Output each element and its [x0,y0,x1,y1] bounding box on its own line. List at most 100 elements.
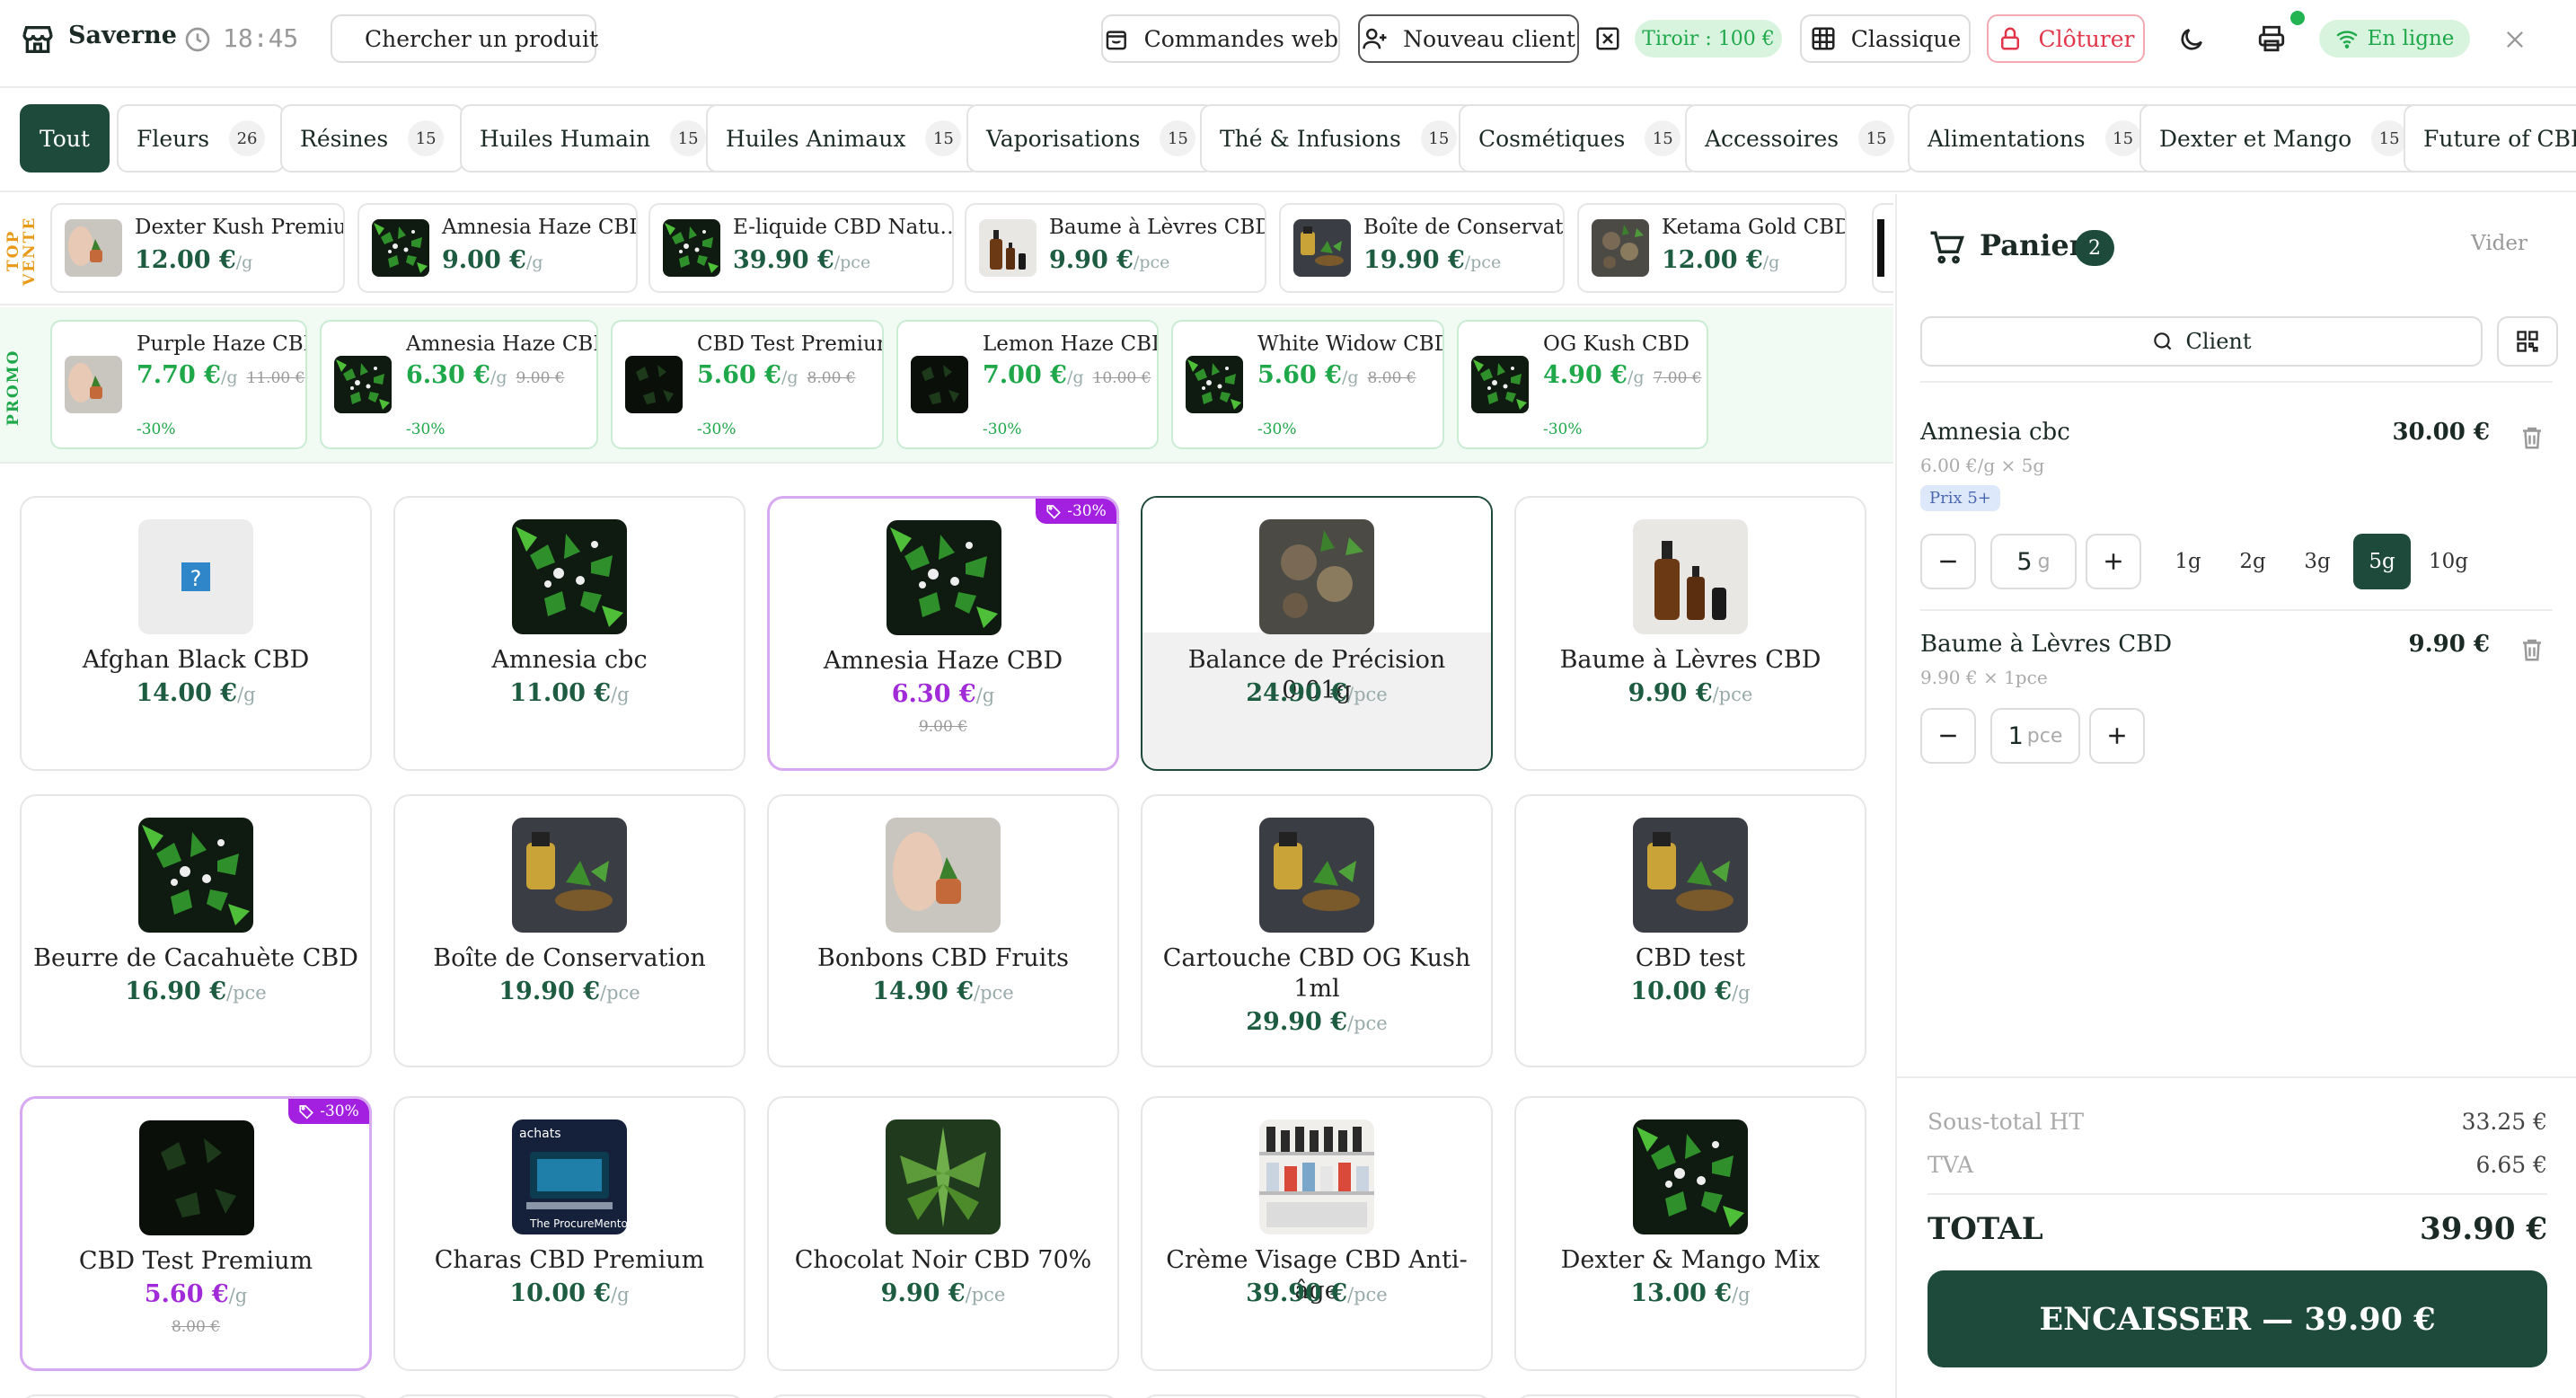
product-card[interactable]: Dexter & Mango Mix 13.00 €/g [1514,1096,1866,1371]
tab-category[interactable]: Dexter et Mango 15 [2139,104,2428,173]
clear-cart-button[interactable]: Vider [2471,232,2527,255]
layout-mode-button[interactable]: Classique [1800,14,1971,63]
discount-label: -30% [1543,420,1583,438]
price-value: 19.90 € [1363,246,1465,274]
promo-card[interactable]: OG Kush CBD 4.90 €/g 7.00 € -30% [1457,320,1708,449]
promo-card[interactable]: Lemon Haze CBD 7.00 €/g 10.00 € -30% [896,320,1159,449]
qty-preset-button[interactable]: 2g [2224,534,2281,589]
tab-category[interactable]: Huiles Humain 15 [460,104,727,173]
tab-category[interactable]: Accessoires 15 [1685,104,1915,173]
product-card[interactable]: Beurre de Cacahuète CBD 16.90 €/pce [20,794,372,1067]
increase-qty-button[interactable] [2089,708,2145,764]
bag-icon [1106,31,1126,50]
tab-label: Fleurs [137,125,210,152]
product-card[interactable]: Cartouche CBD OG Kush 1ml 29.90 €/pce [1141,794,1493,1067]
price-value: 10.00 € [1630,978,1733,1005]
tab-category[interactable]: Résines 15 [280,104,464,173]
promo-card[interactable]: Amnesia Haze CBD 6.30 €/g 9.00 € -30% [320,320,598,449]
search-placeholder: Chercher un produit [365,25,599,52]
product-card[interactable] [767,1394,1119,1398]
top-sale-card[interactable]: Ketama Gold CBD 12.00 €/g [1577,203,1847,293]
discount-label: -30% [137,420,176,438]
old-price: 9.00 € [516,369,565,387]
product-card[interactable] [393,1394,745,1398]
dark-mode-icon[interactable] [2177,25,2206,54]
qty-preset-button[interactable]: 1g [2159,534,2217,589]
tab-category[interactable]: Future of CBD [2404,104,2576,173]
product-card[interactable] [1514,1394,1866,1398]
tva-value: 6.65 € [2475,1152,2547,1178]
tab-category[interactable]: Huiles Animaux 15 [706,104,982,173]
product-card[interactable]: ? Afghan Black CBD 14.00 €/g [20,496,372,771]
qty-preset-button[interactable]: 3g [2289,534,2346,589]
product-card[interactable]: CBD test 10.00 €/g [1514,794,1866,1067]
price-unit: /g [611,684,630,705]
discount-label: -30% [697,420,737,438]
product-thumbnail [1293,219,1351,277]
product-card[interactable] [1141,1394,1493,1398]
top-sale-card[interactable]: Amnesia Haze CBD 9.00 €/g [357,203,638,293]
qty-input[interactable]: 5g [1990,534,2077,589]
price-value: 9.90 € [1628,679,1713,707]
top-sale-card[interactable] [1872,203,1893,293]
product-card[interactable] [20,1394,372,1398]
promo-name: OG Kush CBD [1543,332,1689,356]
promo-strip: PROMO Purple Haze CBD 7.70 €/g 11.00 € -30%… [0,307,1893,464]
product-card[interactable]: Crème Visage CBD Anti-âge 39.90 €/pce [1141,1096,1493,1371]
product-card[interactable]: -30% Amnesia Haze CBD 6.30 €/g 9.00 € [767,496,1119,771]
price-value: 5.60 € [1257,361,1342,389]
trash-icon[interactable] [2519,634,2545,665]
promo-name: Amnesia Haze CBD [406,332,598,356]
product-price: 9.90 €/pce [769,1279,1117,1307]
product-card[interactable]: Baume à Lèvres CBD 9.90 €/pce [1514,496,1866,771]
close-icon[interactable] [2502,27,2527,52]
product-image [512,519,627,634]
top-sale-card[interactable]: Dexter Kush Premium 12.00 €/g [50,203,345,293]
tva-label: TVA [1928,1152,1974,1178]
qr-scan-button[interactable] [2497,316,2558,367]
product-thumbnail [911,356,968,413]
product-card[interactable]: Balance de Précision 0.01g 24.90 €/pce [1141,496,1493,771]
decrease-qty-button[interactable] [1920,534,1976,589]
product-card[interactable]: Chocolat Noir CBD 70% 9.90 €/pce [767,1096,1119,1371]
client-select-button[interactable]: Client [1920,316,2483,367]
price-value: 12.00 € [1662,246,1763,274]
price-value: 6.30 € [406,361,490,389]
tab-category[interactable]: Fleurs 26 [117,104,286,173]
top-sale-card[interactable]: Baume à Lèvres CBD 9.90 €/pce [965,203,1266,293]
product-price: 11.00 €/g [395,679,744,707]
tab-category[interactable]: Vaporisations 15 [966,104,1216,173]
discount-badge: -30% [1036,499,1116,524]
top-sale-card[interactable]: Boîte de Conservation 19.90 €/pce [1279,203,1565,293]
increase-qty-button[interactable] [2086,534,2141,589]
decrease-qty-button[interactable] [1920,708,1976,764]
product-thumbnail [1877,219,1884,277]
qty-input[interactable]: 1 pce [1990,708,2080,764]
web-orders-button[interactable]: Commandes web [1101,14,1340,63]
qty-preset-button[interactable]: 10g [2420,534,2477,589]
new-client-label: Nouveau client [1403,25,1575,52]
trash-icon[interactable] [2519,422,2545,453]
product-card[interactable]: Bonbons CBD Fruits 14.90 €/pce [767,794,1119,1067]
promo-card[interactable]: White Widow CBD 5.60 €/g 8.00 € -30% [1171,320,1444,449]
price-unit: /pce [1347,1284,1388,1305]
tab-category[interactable]: Thé & Infusions 15 [1200,104,1477,173]
product-card[interactable]: achats The ProcureMentor Charas CBD Premiu… [393,1096,745,1371]
top-sale-card[interactable]: E-liquide CBD Natu… 39.90 €/pce [648,203,954,293]
tab-category[interactable]: Tout [20,104,110,173]
old-price: 10.00 € [1092,369,1151,387]
checkout-button[interactable]: ENCAISSER — 39.90 € [1928,1270,2547,1367]
new-client-button[interactable]: Nouveau client [1358,14,1579,63]
tab-category[interactable]: Alimentations 15 [1908,104,2161,173]
promo-card[interactable]: CBD Test Premium 5.60 €/g 8.00 € -30% [611,320,884,449]
promo-card[interactable]: Purple Haze CBD 7.70 €/g 11.00 € -30% [50,320,307,449]
drawer-box-icon[interactable] [1594,25,1621,52]
product-search-button[interactable]: Chercher un produit [331,14,599,63]
tab-category[interactable]: Cosmétiques 15 [1459,104,1701,173]
product-card[interactable]: Boîte de Conservation 19.90 €/pce [393,794,745,1067]
qty-preset-button[interactable]: 5g [2353,534,2411,589]
close-register-button[interactable]: Clôturer [1987,14,2145,63]
printer-icon[interactable] [2256,11,2305,59]
product-card[interactable]: -30% CBD Test Premium 5.60 €/g 8.00 € [20,1096,372,1371]
product-card[interactable]: Amnesia cbc 11.00 €/g [393,496,745,771]
